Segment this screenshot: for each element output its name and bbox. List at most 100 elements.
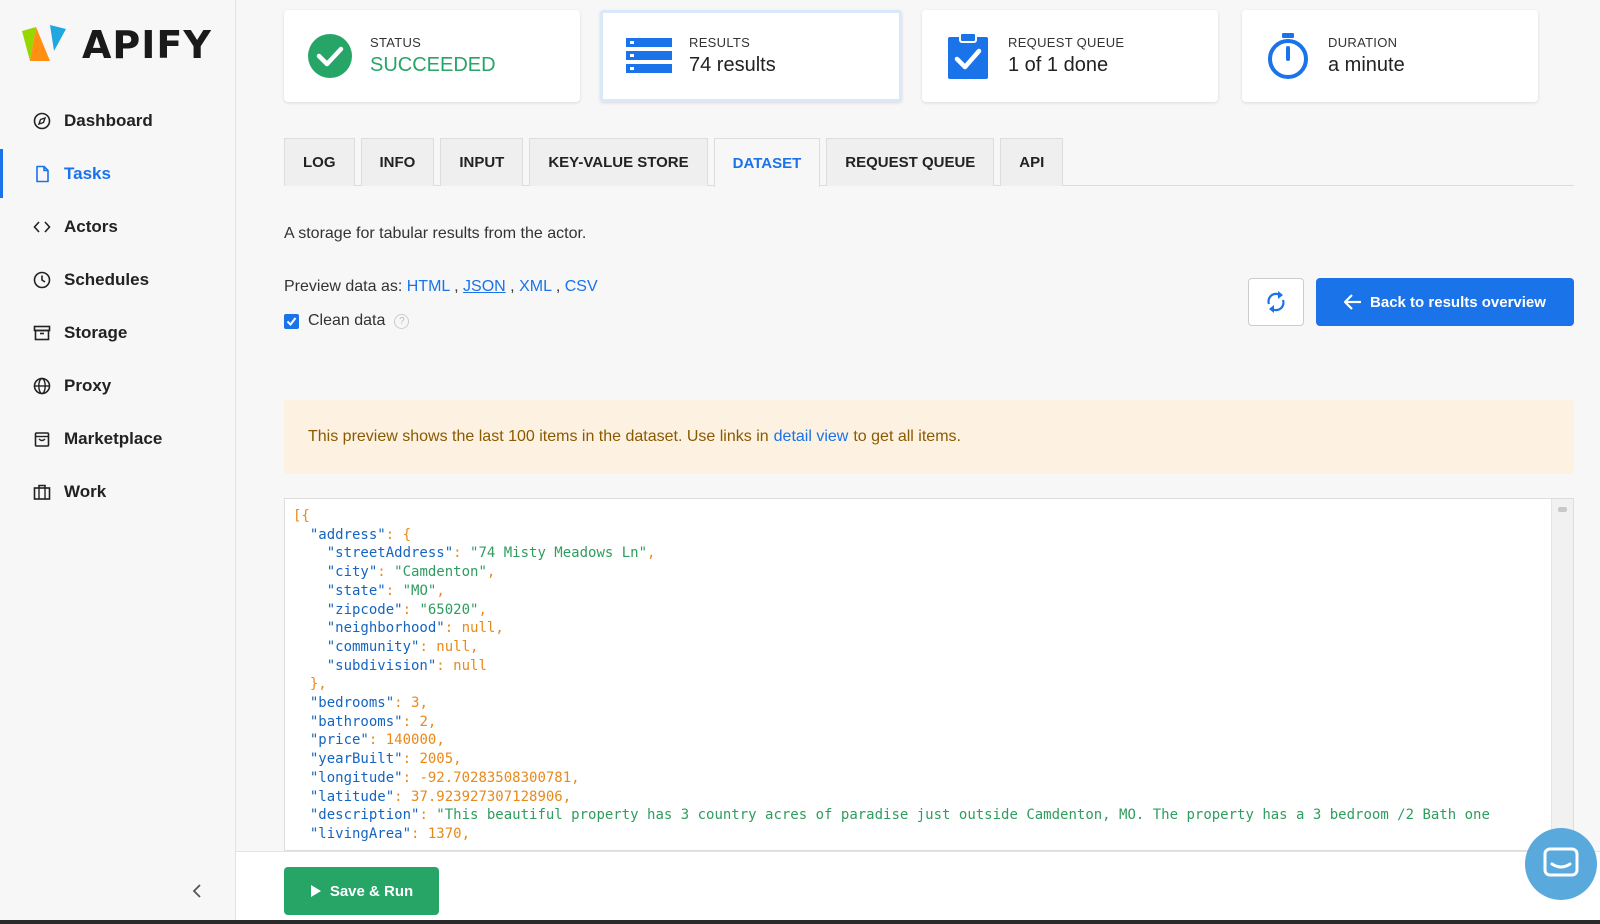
status-label: STATUS: [370, 35, 422, 50]
duration-label: DURATION: [1328, 35, 1398, 50]
code-icon: [32, 217, 52, 237]
duration-value: a minute: [1328, 54, 1405, 76]
json-latitude: 37.923927307128906: [411, 788, 563, 805]
sidebar-nav: Dashboard Tasks Actors Schedules Storage: [0, 94, 236, 518]
format-link-xml[interactable]: XML: [519, 278, 551, 295]
json-year-built: 2005: [419, 751, 454, 768]
shopping-bag-icon: [32, 429, 52, 449]
os-taskbar-strip: [0, 920, 1600, 924]
apify-logo[interactable]: APIFY: [20, 20, 212, 70]
tab-api[interactable]: API: [1000, 138, 1064, 186]
json-city: Camdenton: [402, 564, 479, 581]
tab-key-value-store[interactable]: KEY-VALUE STORE: [529, 138, 708, 186]
tab-request-queue[interactable]: REQUEST QUEUE: [826, 138, 995, 186]
sidebar-item-label: Schedules: [64, 269, 150, 289]
collapse-sidebar-button[interactable]: [186, 880, 208, 902]
request-queue-label: REQUEST QUEUE: [1008, 35, 1125, 50]
json-scrollbar[interactable]: [1551, 499, 1573, 850]
status-value: SUCCEEDED: [370, 54, 496, 76]
json-longitude: -92.70283508300781: [419, 769, 572, 786]
stopwatch-icon: [1262, 30, 1314, 82]
notice-text: This preview shows the last 100 items in…: [308, 428, 769, 445]
preview-label: Preview data as:: [284, 278, 403, 295]
chat-icon: [1543, 847, 1579, 877]
json-preview[interactable]: [{ "address": { "streetAddress": "74 Mis…: [284, 498, 1574, 851]
duration-card: DURATION a minute: [1242, 10, 1538, 102]
sidebar-item-dashboard[interactable]: Dashboard: [0, 94, 236, 147]
clipboard-check-icon: [942, 30, 994, 82]
brand-name: APIFY: [82, 23, 212, 67]
sidebar-item-proxy[interactable]: Proxy: [0, 359, 236, 412]
back-button-label: Back to results overview: [1370, 293, 1546, 311]
save-and-run-button[interactable]: Save & Run: [284, 867, 439, 915]
dataset-description: A storage for tabular results from the a…: [284, 225, 587, 242]
results-card[interactable]: RESULTS 74 results: [600, 10, 902, 102]
check-circle-icon: [304, 30, 356, 82]
sidebar-item-label: Dashboard: [64, 110, 153, 130]
apify-logo-icon: [20, 21, 68, 69]
json-price: 140000: [385, 732, 437, 749]
format-link-json[interactable]: JSON: [463, 278, 506, 295]
scrollbar-thumb[interactable]: [1558, 507, 1567, 512]
sidebar-item-work[interactable]: Work: [0, 465, 236, 518]
clean-data-checkbox[interactable]: [284, 313, 299, 329]
tab-input[interactable]: INPUT: [440, 138, 524, 186]
sidebar-item-storage[interactable]: Storage: [0, 306, 236, 359]
sidebar-item-label: Storage: [64, 322, 128, 342]
sidebar-item-marketplace[interactable]: Marketplace: [0, 412, 236, 465]
list-icon: [623, 30, 675, 82]
notice-text-suffix: to get all items.: [853, 428, 961, 445]
preview-notice: This preview shows the last 100 items in…: [284, 400, 1574, 474]
tab-info[interactable]: INFO: [360, 138, 435, 186]
json-description: This beautiful property has 3 country ac…: [444, 807, 1490, 824]
checkmark-icon: [286, 316, 297, 326]
sidebar-item-label: Actors: [64, 216, 118, 236]
chat-widget-button[interactable]: [1525, 828, 1597, 900]
results-label: RESULTS: [689, 35, 751, 50]
json-bathrooms: 2: [419, 713, 428, 730]
json-state: MO: [411, 582, 428, 599]
briefcase-icon: [32, 482, 52, 502]
results-value: 74 results: [689, 54, 776, 76]
back-to-results-button[interactable]: Back to results overview: [1316, 278, 1574, 326]
json-bedrooms: 3: [411, 695, 420, 712]
json-community: null: [436, 638, 471, 655]
format-link-html[interactable]: HTML: [407, 278, 450, 295]
sidebar-item-label: Proxy: [64, 375, 112, 395]
json-living-area: 1370: [427, 825, 462, 842]
archive-icon: [32, 323, 52, 343]
save-and-run-label: Save & Run: [329, 882, 414, 900]
sidebar-item-tasks[interactable]: Tasks: [0, 147, 236, 200]
tab-log[interactable]: LOG: [284, 138, 355, 186]
sidebar-item-schedules[interactable]: Schedules: [0, 253, 236, 306]
globe-icon: [32, 376, 52, 396]
json-subdivision: null: [453, 657, 487, 674]
request-queue-value: 1 of 1 done: [1008, 54, 1109, 76]
json-street-address: 74 Misty Meadows Ln: [478, 545, 639, 562]
detail-view-link[interactable]: detail view: [774, 428, 849, 446]
status-card: STATUS SUCCEEDED: [284, 10, 580, 102]
file-icon: [32, 164, 52, 184]
compass-icon: [32, 111, 52, 131]
tab-dataset[interactable]: DATASET: [713, 138, 821, 187]
sidebar: APIFY Dashboard Tasks Actors Schedules S…: [0, 0, 236, 924]
sidebar-item-actors[interactable]: Actors: [0, 200, 236, 253]
play-icon: [310, 885, 321, 897]
format-link-csv[interactable]: CSV: [565, 278, 598, 295]
chevron-left-icon: [192, 884, 201, 898]
help-icon[interactable]: ?: [394, 313, 410, 329]
clean-data-label: Clean data: [308, 312, 386, 329]
refresh-button[interactable]: [1248, 278, 1304, 326]
main-content: STATUS SUCCEEDED RESULTS 74 results REQU…: [236, 0, 1600, 924]
request-queue-card: REQUEST QUEUE 1 of 1 done: [922, 10, 1218, 102]
sidebar-item-label: Marketplace: [64, 428, 163, 448]
json-zipcode: 65020: [427, 601, 471, 618]
refresh-icon: [1267, 291, 1285, 313]
arrow-left-icon: [1344, 294, 1362, 310]
json-neighborhood: null: [461, 620, 496, 637]
preview-format-links: Preview data as: HTML , JSON , XML , CSV: [284, 278, 598, 295]
clean-data-option: Clean data ?: [284, 312, 410, 330]
run-detail-tabs: LOG INFO INPUT KEY-VALUE STORE DATASET R…: [284, 138, 1574, 187]
footer-bar: Save & Run: [236, 851, 1600, 924]
clock-icon: [32, 270, 52, 290]
